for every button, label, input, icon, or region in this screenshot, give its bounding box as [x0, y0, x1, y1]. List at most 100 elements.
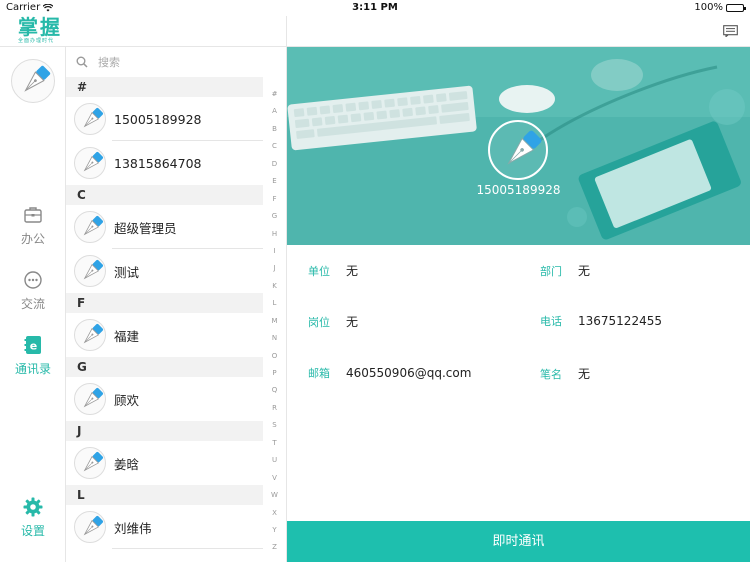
header-divider: [286, 16, 287, 47]
index-letter[interactable]: Z: [263, 539, 286, 556]
battery-indicator: 100%: [694, 2, 746, 13]
top-header: 掌握 全面办理时代: [0, 16, 750, 47]
contact-row[interactable]: 15005189928: [66, 97, 263, 141]
field-email-value[interactable]: 460550906@qq.com: [346, 366, 471, 380]
contact-list: 搜索 #15005189928 13815864708 C 超级管理员 测试 F 福建 G 顾欢…: [66, 47, 263, 562]
contact-name: 13815864708: [114, 155, 202, 171]
field-unit-label: 单位: [308, 264, 330, 278]
profile-avatar[interactable]: [488, 120, 548, 180]
index-letter[interactable]: M: [263, 313, 286, 330]
field-pen-name-value: 无: [578, 367, 591, 381]
field-position: 岗位 无: [308, 313, 358, 330]
index-letter[interactable]: U: [263, 452, 286, 469]
field-email: 邮箱 460550906@qq.com: [308, 365, 471, 381]
left-navigation: 办公 交流 e 通讯录 设置: [0, 47, 66, 562]
contact-row[interactable]: 顾欢: [66, 377, 263, 421]
battery-icon: [726, 3, 746, 12]
instant-message-button[interactable]: 即时通讯: [287, 521, 750, 562]
index-letter[interactable]: V: [263, 470, 286, 487]
group-header: F: [66, 293, 263, 313]
search-icon: [76, 56, 88, 68]
contact-avatar: [74, 383, 106, 415]
index-letter[interactable]: F: [263, 191, 286, 208]
index-letter[interactable]: Y: [263, 522, 286, 539]
contact-avatar: [74, 319, 106, 351]
search-bar[interactable]: 搜索: [66, 47, 263, 77]
field-unit-value: 无: [346, 264, 359, 278]
index-letter[interactable]: K: [263, 278, 286, 295]
user-avatar[interactable]: [11, 59, 55, 103]
pen-nib-avatar-icon: [83, 108, 103, 128]
clock: 3:11 PM: [352, 2, 398, 13]
index-letter[interactable]: D: [263, 156, 286, 173]
group-header: G: [66, 357, 263, 377]
field-department-value: 无: [578, 264, 591, 278]
field-pen-name-label: 笔名: [540, 367, 562, 381]
contact-avatar: [74, 211, 106, 243]
briefcase-icon: [24, 207, 42, 223]
search-placeholder[interactable]: 搜索: [98, 54, 120, 70]
nav-office-label: 办公: [20, 232, 45, 246]
contact-row[interactable]: 超级管理员: [66, 205, 263, 249]
index-letter[interactable]: #: [263, 86, 286, 103]
contact-row[interactable]: 刘维伟: [66, 505, 263, 549]
contact-row[interactable]: 测试: [66, 249, 263, 293]
contact-name: 顾欢: [114, 392, 140, 408]
index-letter[interactable]: E: [263, 173, 286, 190]
contact-avatar: [74, 511, 106, 543]
field-pen-name: 笔名 无: [540, 365, 590, 382]
logo-text: 掌握: [18, 15, 62, 39]
field-department: 部门 无: [540, 262, 590, 279]
contact-row[interactable]: 13815864708: [66, 141, 263, 185]
battery-percent: 100%: [694, 2, 723, 13]
nav-office[interactable]: 办公: [0, 204, 66, 247]
index-letter[interactable]: Q: [263, 382, 286, 399]
index-letter[interactable]: S: [263, 417, 286, 434]
contact-name: 刘维伟: [114, 520, 152, 536]
pen-nib-avatar-icon: [83, 324, 103, 344]
profile-details: 单位 无 部门 无 岗位 无 电话 13675122455 邮箱 4605509…: [287, 245, 750, 520]
gear-icon: [23, 497, 43, 517]
index-letter[interactable]: I: [263, 243, 286, 260]
index-letter[interactable]: O: [263, 348, 286, 365]
index-letter[interactable]: N: [263, 330, 286, 347]
pen-nib-avatar-icon: [83, 388, 103, 408]
index-letter[interactable]: L: [263, 295, 286, 312]
contact-row[interactable]: 福建: [66, 313, 263, 357]
pen-nib-avatar-icon: [83, 452, 103, 472]
index-letter[interactable]: G: [263, 208, 286, 225]
index-letter[interactable]: R: [263, 400, 286, 417]
group-header: C: [66, 185, 263, 205]
index-letter[interactable]: X: [263, 505, 286, 522]
nav-settings-label: 设置: [20, 524, 45, 538]
field-phone: 电话 13675122455: [540, 313, 662, 329]
index-letter[interactable]: T: [263, 435, 286, 452]
index-letter[interactable]: B: [263, 121, 286, 138]
contact-name: 15005189928: [114, 111, 202, 127]
index-letter[interactable]: C: [263, 138, 286, 155]
nav-settings[interactable]: 设置: [0, 496, 66, 539]
contact-name: 福建: [114, 328, 140, 344]
contact-groups: #15005189928 13815864708 C 超级管理员 测试 F 福建 G 顾欢 J 姜晗…: [66, 77, 263, 549]
field-phone-value[interactable]: 13675122455: [578, 314, 662, 328]
contacts-book-icon: e: [24, 336, 41, 354]
row-divider: [112, 548, 263, 549]
nav-contacts[interactable]: e 通讯录: [0, 334, 66, 377]
alphabet-index[interactable]: # A B C D E F G H I J K L M N O P Q R S T U V W X Y Z: [263, 86, 286, 556]
profile-name: 15005189928: [476, 183, 561, 197]
index-letter[interactable]: J: [263, 260, 286, 277]
pen-nib-avatar-icon: [83, 516, 103, 536]
index-letter[interactable]: A: [263, 103, 286, 120]
field-phone-label: 电话: [540, 315, 562, 328]
field-department-label: 部门: [540, 264, 562, 278]
contact-avatar: [74, 103, 106, 135]
index-letter[interactable]: P: [263, 365, 286, 382]
nav-chat-label: 交流: [20, 297, 45, 311]
group-header: J: [66, 421, 263, 441]
message-icon[interactable]: [723, 25, 738, 37]
index-letter[interactable]: H: [263, 226, 286, 243]
contact-row[interactable]: 姜晗: [66, 441, 263, 485]
nav-chat[interactable]: 交流: [0, 269, 66, 312]
nav-contacts-label: 通讯录: [14, 362, 51, 376]
index-letter[interactable]: W: [263, 487, 286, 504]
